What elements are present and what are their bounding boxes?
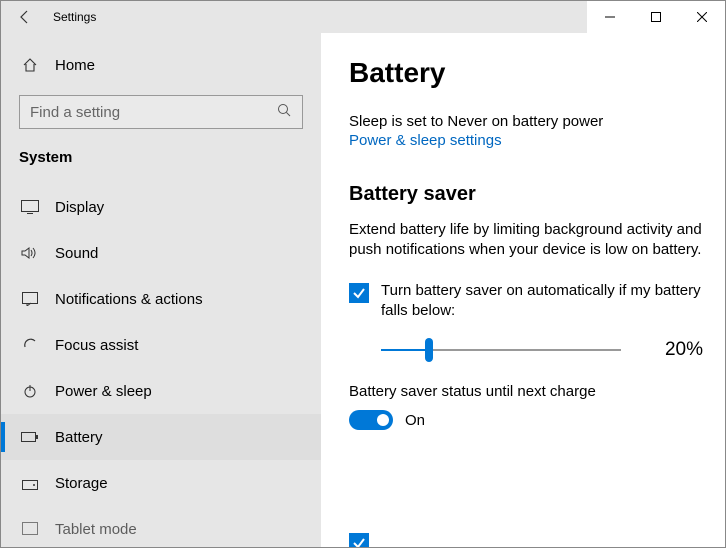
battery-saver-desc: Extend battery life by limiting backgrou… — [349, 220, 703, 261]
back-button[interactable] — [1, 1, 49, 33]
nav-sound[interactable]: Sound — [1, 230, 321, 276]
section-label: System — [1, 143, 321, 184]
search-icon — [276, 102, 292, 123]
nav-battery[interactable]: Battery — [1, 414, 321, 460]
nav-label: Storage — [55, 475, 108, 492]
window-title: Settings — [53, 10, 96, 24]
maximize-button[interactable] — [633, 1, 679, 33]
minimize-button[interactable] — [587, 1, 633, 33]
nav-power-sleep[interactable]: Power & sleep — [1, 368, 321, 414]
focus-assist-icon — [19, 337, 41, 353]
nav-notifications[interactable]: Notifications & actions — [1, 276, 321, 322]
tablet-icon — [19, 522, 41, 536]
power-sleep-link[interactable]: Power & sleep settings — [349, 132, 703, 149]
home-label: Home — [55, 57, 95, 74]
auto-saver-checkbox[interactable] — [349, 283, 369, 303]
home-nav[interactable]: Home — [1, 45, 321, 85]
battery-icon — [19, 431, 41, 443]
nav-label: Sound — [55, 245, 98, 262]
notifications-icon — [19, 292, 41, 306]
saver-status-label: Battery saver status until next charge — [349, 383, 703, 400]
close-button[interactable] — [679, 1, 725, 33]
search-input[interactable] — [30, 104, 276, 121]
nav-label: Power & sleep — [55, 383, 152, 400]
sleep-note: Sleep is set to Never on battery power — [349, 113, 703, 130]
threshold-value: 20% — [665, 339, 703, 361]
battery-saver-heading: Battery saver — [349, 183, 703, 206]
storage-icon — [19, 476, 41, 490]
saver-toggle-state: On — [405, 412, 425, 429]
threshold-slider[interactable] — [381, 349, 621, 351]
display-icon — [19, 200, 41, 214]
page-title: Battery — [349, 57, 703, 89]
nav-label: Display — [55, 199, 104, 216]
nav-label: Tablet mode — [55, 521, 137, 538]
nav-display[interactable]: Display — [1, 184, 321, 230]
auto-saver-label: Turn battery saver on automatically if m… — [381, 281, 703, 322]
nav-label: Battery — [55, 429, 103, 446]
nav-tablet-mode[interactable]: Tablet mode — [1, 506, 321, 552]
sound-icon — [19, 246, 41, 260]
nav-focus-assist[interactable]: Focus assist — [1, 322, 321, 368]
nav-label: Focus assist — [55, 337, 138, 354]
search-box[interactable] — [19, 95, 303, 129]
partial-checkbox[interactable] — [349, 533, 369, 547]
saver-toggle[interactable] — [349, 410, 393, 430]
power-icon — [19, 383, 41, 399]
nav-label: Notifications & actions — [55, 291, 203, 308]
nav-storage[interactable]: Storage — [1, 460, 321, 506]
home-icon — [19, 57, 41, 73]
slider-thumb[interactable] — [425, 338, 433, 362]
